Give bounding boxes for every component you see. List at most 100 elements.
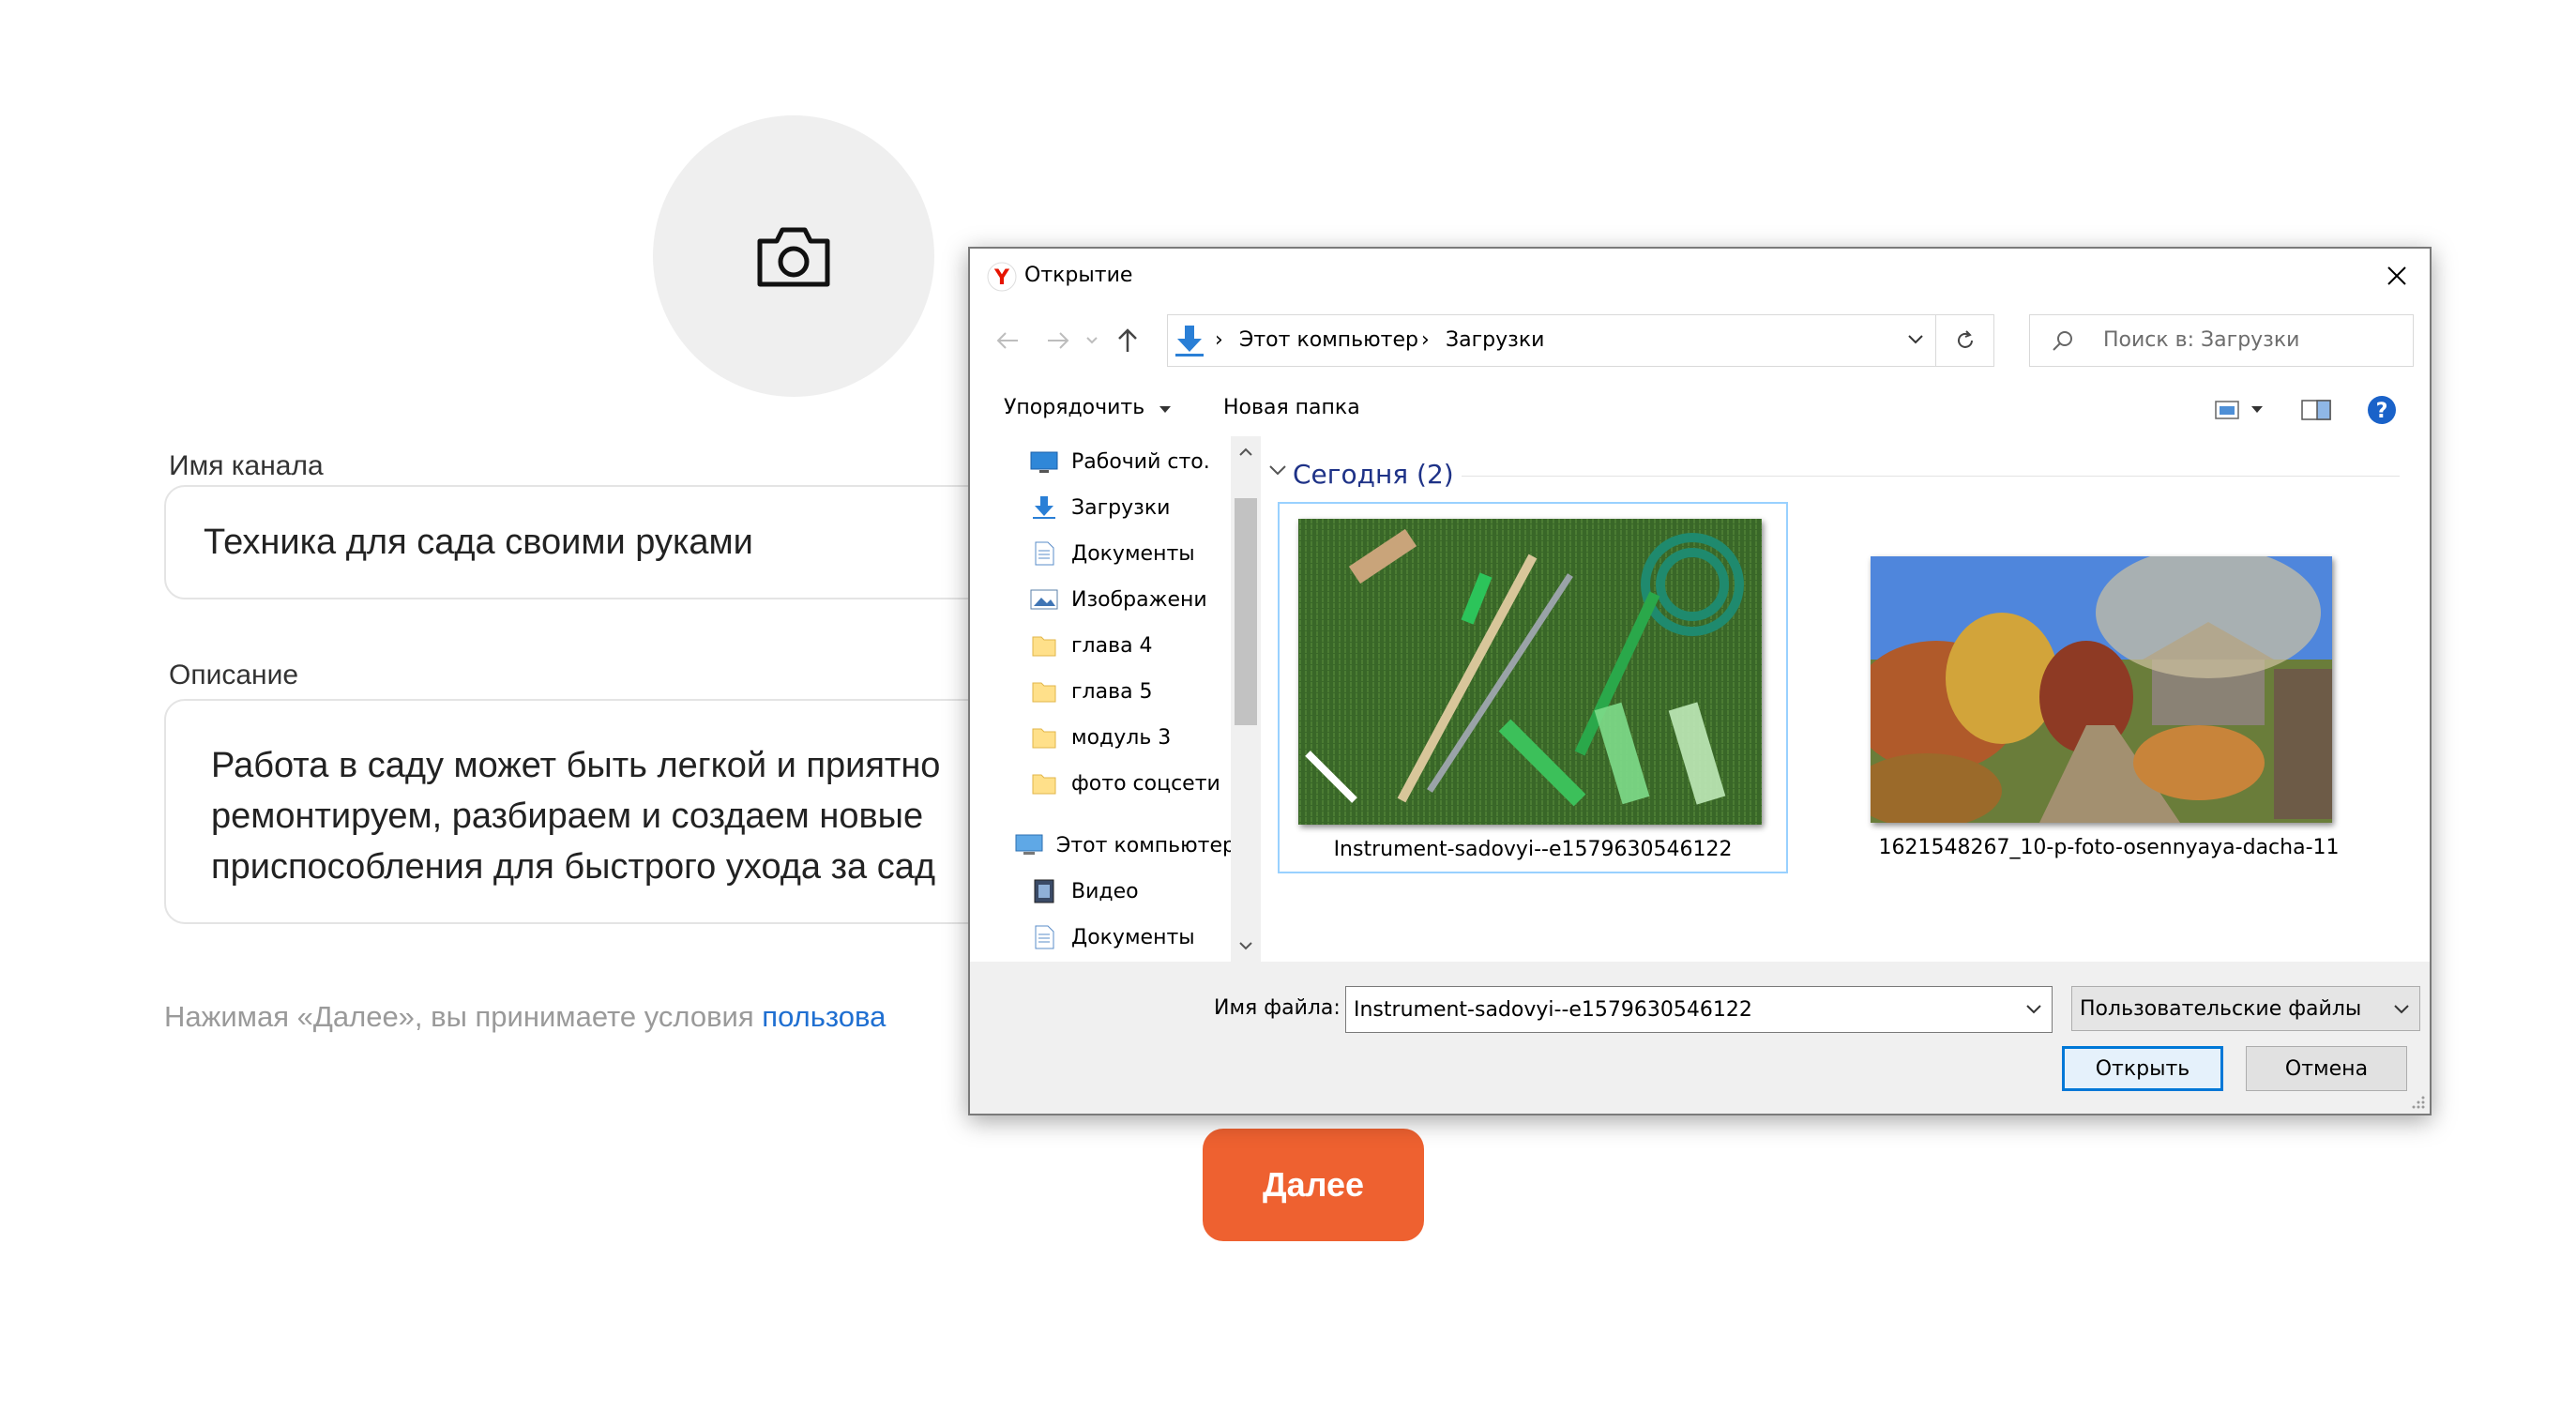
help-icon: ? <box>2368 396 2396 424</box>
filetype-select[interactable]: Пользовательские файлы <box>2071 986 2420 1031</box>
close-button[interactable] <box>2373 252 2420 299</box>
organize-label: Упорядочить <box>1004 396 1145 419</box>
camera-icon <box>757 227 830 287</box>
folder-icon <box>1032 682 1056 703</box>
file-name: Instrument-sadovyi--e1579630546122 <box>1333 838 1733 861</box>
nav-item-label: Документы <box>1071 925 1195 949</box>
dialog-titlebar[interactable]: Y Открытие <box>970 249 2430 305</box>
chevron-down-icon <box>2394 1005 2409 1014</box>
breadcrumb-separator: › <box>1421 328 1430 352</box>
download-icon <box>1033 496 1055 519</box>
nav-item-label: Документы <box>1071 541 1195 566</box>
nav-item-folder[interactable]: модуль 3 <box>1030 717 1171 758</box>
preview-pane-icon <box>2301 400 2331 420</box>
avatar-upload[interactable] <box>653 115 934 397</box>
nav-item-label: Изображени <box>1071 587 1207 612</box>
preview-pane-button[interactable] <box>2300 398 2332 426</box>
cancel-button[interactable]: Отмена <box>2246 1046 2407 1091</box>
nav-item-label: Видео <box>1071 879 1139 903</box>
scroll-up-icon[interactable] <box>1238 448 1253 457</box>
nav-item-desktop[interactable]: Рабочий сто. <box>1030 441 1259 482</box>
recent-locations-button[interactable] <box>1083 324 1101 357</box>
chevron-down-icon[interactable] <box>2025 1004 2042 1015</box>
search-input[interactable]: Поиск в: Загрузки <box>2103 328 2299 352</box>
channel-name-label: Имя канала <box>169 450 324 481</box>
file-item-selected[interactable]: Instrument-sadovyi--e1579630546122 <box>1278 502 1788 873</box>
nav-item-label: фото соцсети <box>1071 771 1220 796</box>
filename-input[interactable]: Instrument-sadovyi--e1579630546122 <box>1345 986 2053 1033</box>
breadcrumb-separator: › <box>1215 328 1223 352</box>
forward-button[interactable] <box>1041 324 1075 357</box>
next-button[interactable]: Далее <box>1203 1129 1424 1241</box>
terms-notice: Нажимая «Далее», вы принимаете условия п… <box>164 1000 886 1034</box>
channel-name-input[interactable]: Техника для сада своими руками <box>204 523 753 563</box>
view-options-button[interactable] <box>2214 398 2270 426</box>
dialog-title: Открытие <box>1024 264 1133 287</box>
nav-item-label: глава 4 <box>1071 633 1153 658</box>
folder-icon <box>1032 636 1056 657</box>
resize-grip-icon[interactable] <box>2411 1095 2426 1110</box>
desktop-icon <box>1030 451 1058 473</box>
chevron-down-icon[interactable] <box>1268 464 1287 478</box>
garden-tools-thumbnail <box>1298 519 1762 825</box>
filename-label: Имя файла: <box>1214 996 1341 1020</box>
file-thumbnail <box>1871 556 2332 823</box>
svg-text:?: ? <box>2376 400 2388 423</box>
back-button[interactable] <box>991 324 1024 357</box>
filetype-value: Пользовательские файлы <box>2080 997 2362 1021</box>
view-icon <box>2215 401 2263 419</box>
nav-item-folder[interactable]: глава 5 <box>1030 671 1153 712</box>
folder-icon <box>1032 728 1056 749</box>
refresh-button[interactable] <box>1936 314 1994 367</box>
breadcrumb-this-pc[interactable]: Этот компьютер <box>1239 328 1418 352</box>
navigation-pane[interactable]: Рабочий сто. Загрузки Документы Изображе… <box>970 436 1263 962</box>
terms-text: Нажимая «Далее», вы принимаете условия <box>164 1000 763 1033</box>
nav-item-label: Рабочий сто. <box>1071 449 1210 474</box>
file-name: 1621548267_10-p-foto-osennyaya-dacha-11 <box>1878 836 2340 859</box>
dialog-command-bar: Упорядочить Новая папка ? <box>970 385 2430 436</box>
nav-item-label: Этот компьютер <box>1056 833 1235 857</box>
video-icon <box>1034 879 1054 903</box>
scroll-down-icon[interactable] <box>1238 941 1253 950</box>
group-divider <box>1462 476 2400 477</box>
new-folder-button[interactable]: Новая папка <box>1223 396 1360 419</box>
chevron-down-icon <box>1086 337 1098 344</box>
chevron-down-icon[interactable] <box>1907 334 1924 345</box>
group-header[interactable]: Сегодня (2) <box>1293 459 1454 490</box>
nav-item-this-pc[interactable]: Этот компьютер <box>1015 825 1235 866</box>
download-icon <box>1175 326 1204 357</box>
caret-down-icon <box>1159 406 1172 413</box>
nav-scroll-thumb[interactable] <box>1235 498 1257 725</box>
yandex-browser-icon: Y <box>987 262 1017 292</box>
filename-value: Instrument-sadovyi--e1579630546122 <box>1354 998 1752 1022</box>
up-button[interactable] <box>1111 324 1144 357</box>
nav-item-label: модуль 3 <box>1071 725 1172 750</box>
search-icon <box>2053 331 2072 351</box>
terms-link[interactable]: пользова <box>762 1000 886 1033</box>
file-thumbnail <box>1298 519 1762 825</box>
nav-scrollbar[interactable] <box>1231 436 1261 962</box>
search-box[interactable]: Поиск в: Загрузки <box>2029 314 2414 367</box>
nav-item-pictures[interactable]: Изображени <box>1030 579 1259 620</box>
file-item[interactable]: 1621548267_10-p-foto-osennyaya-dacha-11 <box>1852 502 2366 873</box>
pictures-icon <box>1030 589 1058 610</box>
breadcrumb-downloads[interactable]: Загрузки <box>1446 328 1544 352</box>
address-bar[interactable]: › Этот компьютер › Загрузки <box>1167 314 1936 367</box>
nav-item-label: глава 5 <box>1071 679 1153 704</box>
nav-item-folder[interactable]: фото соцсети <box>1030 763 1220 804</box>
open-button[interactable]: Открыть <box>2062 1046 2223 1091</box>
description-label: Описание <box>169 660 299 690</box>
nav-item-folder[interactable]: глава 4 <box>1030 625 1153 666</box>
organize-menu[interactable]: Упорядочить <box>1004 396 1172 419</box>
refresh-icon <box>1957 330 1973 348</box>
nav-item-downloads[interactable]: Загрузки <box>1030 487 1259 528</box>
help-button[interactable]: ? <box>2366 394 2398 430</box>
arrow-right-icon <box>1048 332 1069 349</box>
arrow-left-icon <box>996 332 1018 349</box>
nav-item-videos[interactable]: Видео <box>1030 871 1139 912</box>
document-icon <box>1035 541 1054 566</box>
file-list[interactable]: Сегодня (2) Instrument-sadovyi--e1579630… <box>1263 436 2430 962</box>
arrow-up-icon <box>1118 328 1137 352</box>
nav-item-documents[interactable]: Документы <box>1030 917 1195 958</box>
nav-item-documents[interactable]: Документы <box>1030 533 1259 574</box>
